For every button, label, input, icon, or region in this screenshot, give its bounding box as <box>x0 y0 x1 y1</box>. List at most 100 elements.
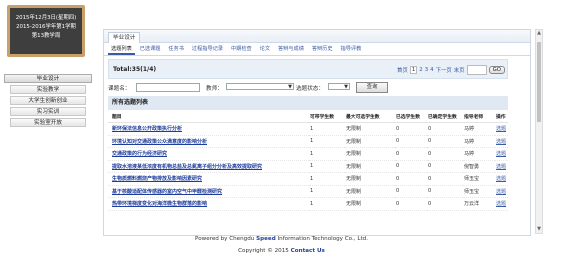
sidebar-item-internship[interactable]: 实习实训 <box>10 107 86 116</box>
table-row: 新环保法信息公开政策执行分析 1 无限制 0 0 马婷 选题 <box>108 122 508 136</box>
table-cell: 马婷 <box>463 122 495 136</box>
table-cell: 师玉宝 <box>463 185 495 198</box>
select-topic-link[interactable]: 选题 <box>495 135 508 148</box>
query-button[interactable]: 查询 <box>356 82 388 93</box>
table-cell: 万云洋 <box>463 197 495 211</box>
select-topic-link[interactable]: 选题 <box>495 172 508 186</box>
table-cell: 倪智勇 <box>463 160 495 173</box>
tab-topic-list[interactable]: 选题列表 <box>108 43 135 55</box>
pager-last[interactable]: 末页 <box>454 66 465 74</box>
top-tab-bar: 毕业设计 <box>104 30 530 43</box>
table-row: 生物质燃料燃烧产物排放及影响因素研究 1 无限制 0 0 师玉宝 选题 <box>108 172 508 186</box>
select-topic-link[interactable]: 选题 <box>495 185 508 198</box>
table-cell: 0 <box>395 160 427 173</box>
date-board: 2015年12月3日(星期四) 2015-2016学年第1学期 第13教学周 <box>7 5 85 57</box>
tab-guidance-record[interactable]: 过程指导记录 <box>189 43 226 55</box>
table-cell: 师玉宝 <box>463 172 495 186</box>
sidebar-item-graduation-design[interactable]: 毕业设计 <box>4 74 92 83</box>
col-capacity: 可带学生数 <box>309 110 345 123</box>
teacher-select[interactable]: ▼ <box>226 83 294 90</box>
topic-title-link[interactable]: 新环保法信息公开政策执行分析 <box>108 122 309 136</box>
table-cell: 无限制 <box>345 122 395 136</box>
table-cell: 无限制 <box>345 147 395 161</box>
col-selected: 已选学生数 <box>395 110 427 123</box>
select-topic-link[interactable]: 选题 <box>495 197 508 211</box>
table-cell: 1 <box>309 185 345 198</box>
powered-suffix: Information Technology Co., Ltd. <box>275 236 368 242</box>
pager-first[interactable]: 首页 <box>397 66 408 74</box>
content-area: Total:35(1/4) 首页 1 2 3 4 下一页 末页 GO 课题名： … <box>108 59 508 234</box>
tab-assignment[interactable]: 任务书 <box>165 43 187 55</box>
sidebar-item-lab-teaching[interactable]: 实验教学 <box>10 85 86 94</box>
tab-midterm-check[interactable]: 中期检查 <box>228 43 255 55</box>
table-cell: 0 <box>427 122 463 136</box>
pager-page-3[interactable]: 3 <box>425 67 428 73</box>
scrollbar[interactable]: ▲ ▼ <box>535 29 543 234</box>
status-select[interactable]: ▼ <box>328 83 350 90</box>
table-cell: 无限制 <box>345 135 395 148</box>
sidebar: 毕业设计 实验教学 大学生创新创业 实习实训 实验室开放 <box>4 74 92 129</box>
table-cell: 0 <box>395 197 427 211</box>
topic-title-link[interactable]: 交通政策的行为经济研究 <box>108 147 309 161</box>
table-cell: 1 <box>309 122 345 136</box>
sidebar-item-innovation[interactable]: 大学生创新创业 <box>10 96 86 105</box>
scroll-thumb[interactable] <box>537 42 541 122</box>
tab-selected-topics[interactable]: 已选课题 <box>137 43 164 55</box>
sidebar-item-lab-open[interactable]: 实验室开放 <box>10 118 86 127</box>
tab-defense-history[interactable]: 答辩历史 <box>309 43 336 55</box>
topic-title-link[interactable]: 提取水溶液某低浓度有机物总盐及总氮离子组分分析及高效提取研究 <box>108 160 309 173</box>
scroll-up-icon[interactable]: ▲ <box>536 30 542 37</box>
table-cell: 0 <box>427 135 463 148</box>
pager-page-1[interactable]: 1 <box>409 65 418 74</box>
col-title: 题目 <box>108 110 309 123</box>
pager-page-2[interactable]: 2 <box>419 67 422 73</box>
title-input[interactable] <box>136 83 200 92</box>
table-cell: 0 <box>395 122 427 136</box>
topic-title-link[interactable]: 生物质燃料燃烧产物排放及影响因素研究 <box>108 172 309 186</box>
status-label: 选题状态： <box>296 86 324 92</box>
table-cell: 0 <box>427 147 463 161</box>
pager-page-4[interactable]: 4 <box>430 67 433 73</box>
date-line: 2015年12月3日(星期四) <box>15 15 77 21</box>
chevron-down-icon: ▼ <box>288 84 292 90</box>
table-cell: 0 <box>395 147 427 161</box>
title-label: 课题名： <box>108 86 131 92</box>
tab-defense-score[interactable]: 答辩与成绩 <box>275 43 307 55</box>
col-confirmed: 已确定学生数 <box>427 110 463 123</box>
powered-by: Powered by Chengdu Speed Information Tec… <box>0 236 563 242</box>
chevron-down-icon: ▼ <box>344 84 348 90</box>
scroll-down-icon[interactable]: ▼ <box>536 226 542 233</box>
left-column: 2015年12月3日(星期四) 2015-2016学年第1学期 第13教学周 毕… <box>2 2 92 234</box>
topic-title-link[interactable]: 环境认知对交通政策公众满意度的影响分析 <box>108 135 309 148</box>
pager-next[interactable]: 下一页 <box>436 66 452 74</box>
total-count: Total:35(1/4) <box>113 66 157 73</box>
table-cell: 0 <box>427 197 463 211</box>
select-topic-link[interactable]: 选题 <box>495 122 508 136</box>
topic-table: 题目 可带学生数 最大可选学生数 已选学生数 已确定学生数 指导老师 操作 新环… <box>108 110 508 211</box>
table-cell: 0 <box>395 185 427 198</box>
tab-thesis[interactable]: 论文 <box>257 43 273 55</box>
table-cell: 1 <box>309 160 345 173</box>
go-button[interactable]: GO <box>488 65 505 74</box>
table-cell: 无限制 <box>345 172 395 186</box>
teacher-label: 教师： <box>206 86 223 92</box>
table-cell: 无限制 <box>345 160 395 173</box>
col-teacher: 指导老师 <box>463 110 495 123</box>
col-max-students: 最大可选学生数 <box>345 110 395 123</box>
pager: 首页 1 2 3 4 下一页 末页 GO <box>397 64 505 75</box>
page-frame: 2015年12月3日(星期四) 2015-2016学年第1学期 第13教学周 毕… <box>0 0 555 262</box>
copyright: Copyright © 2015 Contact Us <box>0 248 563 254</box>
table-row: 交通政策的行为经济研究 1 无限制 0 0 马婷 选题 <box>108 147 508 161</box>
topic-title-link[interactable]: 热带环境梯度变化对海洋微生物群落的影响 <box>108 197 309 211</box>
tab-teaching-evaluation[interactable]: 指导评教 <box>338 43 365 55</box>
select-topic-link[interactable]: 选题 <box>495 160 508 173</box>
table-header-row: 题目 可带学生数 最大可选学生数 已选学生数 已确定学生数 指导老师 操作 <box>108 110 508 123</box>
select-topic-link[interactable]: 选题 <box>495 147 508 161</box>
tab-graduation-design[interactable]: 毕业设计 <box>108 32 141 43</box>
powered-brand: Speed <box>256 236 276 242</box>
table-row: 环境认知对交通政策公众满意度的影响分析 1 无限制 0 0 马婷 选题 <box>108 135 508 148</box>
topic-title-link[interactable]: 基于核酸适配体传感器的室内空气中甲醛检测研究 <box>108 185 309 198</box>
page-jump-input[interactable] <box>466 64 487 75</box>
contact-us-link[interactable]: Contact Us <box>291 248 325 254</box>
table-cell: 0 <box>427 172 463 186</box>
